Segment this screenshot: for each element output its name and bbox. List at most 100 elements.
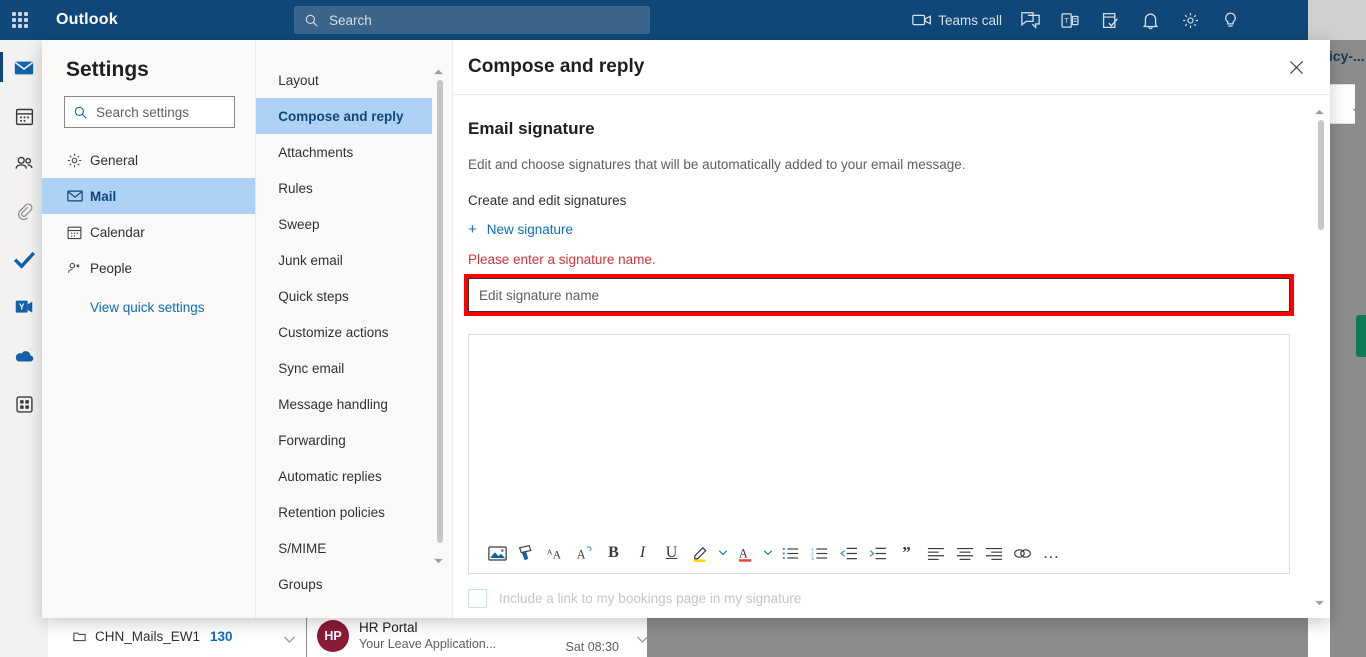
svg-text:A: A [577,547,586,561]
font-color-chevron-down-icon[interactable] [760,538,776,568]
background-folder-row[interactable]: CHN_Mails_EW1 130 [48,615,306,657]
insert-picture-icon[interactable] [483,538,512,568]
settings-item-people[interactable]: People [42,250,255,286]
gear-icon [1182,12,1198,28]
highlight-color-icon[interactable] [686,538,715,568]
decrease-indent-icon[interactable] [834,538,863,568]
detail-scrollbar-thumb[interactable] [1318,120,1324,230]
subnav-item-groups[interactable]: Groups [256,566,432,602]
video-camera-icon [912,14,932,26]
rail-item-mail[interactable] [0,50,44,86]
close-button[interactable] [1280,51,1312,83]
more-options-icon[interactable]: … [1037,538,1066,568]
subnav-scrollbar-thumb[interactable] [437,80,443,543]
subnav-item-layout[interactable]: Layout [256,62,432,98]
reading-pane-chevron-down-icon[interactable] [1352,103,1365,121]
highlight-chevron-down-icon[interactable] [715,538,731,568]
subnav-item-retention-policies[interactable]: Retention policies [256,494,432,530]
folder-list-chevron-down-icon[interactable] [283,631,296,649]
settings-item-mail[interactable]: Mail [42,178,256,214]
subnav-scroll-up-icon[interactable] [433,62,444,80]
signature-editor: A A A B I U A 1 2 3 ” … [468,334,1290,574]
app-launcher-button[interactable] [0,0,40,40]
subnav-item-quick-steps[interactable]: Quick steps [256,278,432,314]
message-subject: Your Leave Application... [359,637,497,651]
align-left-icon[interactable] [921,538,950,568]
subnav-scroll-down-icon[interactable] [433,552,444,570]
subnav-item-smime[interactable]: S/MIME [256,530,432,566]
subnav-item-sweep[interactable]: Sweep [256,206,432,242]
background-green-button-fragment[interactable] [1356,315,1366,357]
subnav-item-rules[interactable]: Rules [256,170,432,206]
increase-indent-icon[interactable] [863,538,892,568]
svg-text:Y: Y [19,302,25,311]
teams-call-button[interactable]: Teams call [904,0,1010,40]
new-signature-button[interactable]: + New signature [468,222,573,237]
yammer-icon: Y [15,300,33,313]
subnav-item-automatic-replies[interactable]: Automatic replies [256,458,432,494]
signature-name-input[interactable] [468,278,1290,312]
bookings-checkbox-row[interactable]: Include a link to my bookings page in my… [468,589,1290,608]
settings-item-label: Calendar [90,224,145,240]
font-size-icon[interactable]: A A [541,538,570,568]
subnav-item-junk-email[interactable]: Junk email [256,242,432,278]
insert-link-icon[interactable] [1008,538,1037,568]
subnav-item-sync-email[interactable]: Sync email [256,350,432,386]
detail-scroll-up-icon[interactable] [1314,102,1325,120]
detail-scroll-down-icon[interactable] [1314,594,1325,612]
message-time: Sat 08:30 [565,640,619,654]
settings-nav-panel: Settings Search settings General Mail Ca… [42,40,257,618]
rail-item-people[interactable] [4,146,44,182]
align-right-icon[interactable] [979,538,1008,568]
tips-button[interactable] [1210,0,1250,40]
format-painter-icon[interactable] [512,538,541,568]
rail-item-calendar[interactable] [4,98,44,134]
align-center-icon[interactable] [950,538,979,568]
settings-search-input[interactable]: Search settings [64,96,236,128]
signature-name-error: Please enter a signature name. [468,252,656,267]
settings-item-label: Mail [90,188,117,204]
teams-icon: T [1061,12,1079,28]
search-box[interactable]: Search [294,6,650,34]
clear-formatting-icon[interactable]: A [570,538,599,568]
subnav-item-compose-and-reply[interactable]: Compose and reply [256,98,432,134]
bookings-checkbox[interactable] [468,589,487,608]
subnav-item-customize-actions[interactable]: Customize actions [256,314,432,350]
chat-button[interactable] [1010,0,1050,40]
signature-editor-canvas[interactable] [469,335,1289,533]
font-color-icon[interactable]: A [731,538,760,568]
email-signature-description: Edit and choose signatures that will be … [468,157,966,172]
rail-item-to-do[interactable] [4,242,44,278]
subnav-item-forwarding[interactable]: Forwarding [256,422,432,458]
rail-item-yammer[interactable]: Y [4,290,44,326]
settings-item-label: General [90,152,139,168]
my-day-button[interactable] [1090,0,1130,40]
app-brand-title: Outlook [56,11,118,28]
quote-icon[interactable]: ” [892,538,921,568]
message-sender: HR Portal [359,620,418,635]
create-edit-signatures-label: Create and edit signatures [468,193,627,208]
teams-button[interactable]: T [1050,0,1090,40]
bulleted-list-icon[interactable] [776,538,805,568]
plus-icon: + [468,221,477,238]
underline-icon[interactable]: U [657,538,686,568]
background-message-row[interactable]: HP HR Portal Your Leave Application... S… [307,615,647,657]
settings-item-general[interactable]: General [42,142,255,178]
subnav-item-attachments[interactable]: Attachments [256,134,432,170]
suite-header: Outlook Search Teams call T [0,0,1308,40]
rail-item-onedrive[interactable] [4,338,44,374]
gear-icon [66,152,90,169]
notifications-button[interactable] [1130,0,1170,40]
rail-item-apps[interactable] [4,386,44,422]
italic-icon[interactable]: I [628,538,657,568]
settings-item-calendar[interactable]: Calendar [42,214,255,250]
subnav-item-message-handling[interactable]: Message handling [256,386,432,422]
rail-item-files[interactable] [4,194,44,230]
detail-body: Email signature Edit and choose signatur… [453,95,1330,618]
numbered-list-icon[interactable]: 1 2 3 [805,538,834,568]
view-quick-settings-link[interactable]: View quick settings [90,300,255,315]
search-icon [74,106,87,119]
settings-button[interactable] [1170,0,1210,40]
bold-icon[interactable]: B [599,538,628,568]
message-list-chevron-down-icon[interactable] [636,631,649,649]
